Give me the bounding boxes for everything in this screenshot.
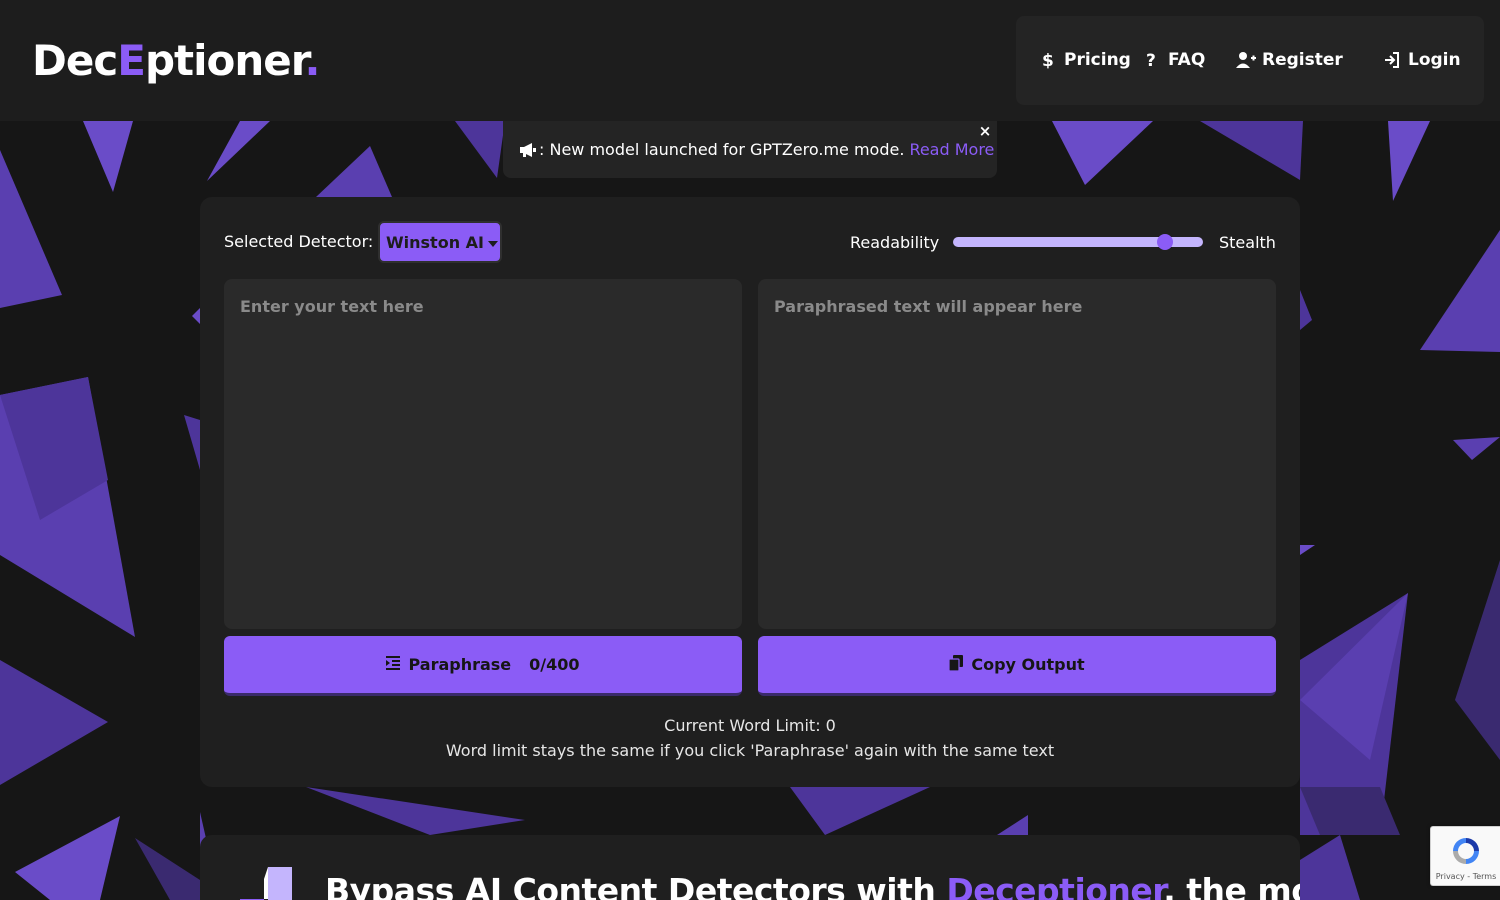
nav-register-label: Register xyxy=(1262,50,1343,70)
input-textarea[interactable]: Enter your text here xyxy=(224,279,742,629)
header: DecEptioner. $ Pricing ? FAQ Register Lo… xyxy=(0,0,1500,121)
output-textarea[interactable]: Paraphrased text will appear here xyxy=(758,279,1276,629)
close-icon[interactable]: × xyxy=(977,122,993,140)
readability-stealth-slider[interactable] xyxy=(953,234,1203,250)
announcement-text: : New model launched for GPTZero.me mode… xyxy=(539,140,905,159)
output-placeholder: Paraphrased text will appear here xyxy=(774,297,1083,316)
logo-text-accent: E xyxy=(117,36,146,85)
hero-heading-accent: Deceptioner xyxy=(946,871,1164,900)
nav-login[interactable]: Login xyxy=(1382,45,1461,75)
copy-output-button[interactable]: Copy Output xyxy=(758,636,1276,696)
hero-heading: Bypass AI Content Detectors with Decepti… xyxy=(325,871,1300,900)
word-limit-note: Word limit stays the same if you click '… xyxy=(445,741,1055,760)
recaptcha-terms[interactable]: Privacy - Terms xyxy=(1431,872,1500,881)
caret-down-icon xyxy=(487,233,498,252)
question-icon: ? xyxy=(1142,50,1162,70)
svg-text:?: ? xyxy=(1146,51,1156,70)
login-icon xyxy=(1382,50,1402,70)
slider-thumb[interactable] xyxy=(1156,234,1173,250)
megaphone-icon xyxy=(519,140,539,160)
dollar-icon: $ xyxy=(1038,50,1058,70)
recaptcha-badge[interactable]: Privacy - Terms xyxy=(1430,826,1500,886)
readability-label: Readability xyxy=(850,233,940,252)
logo-text-start: Dec xyxy=(32,36,118,85)
paraphrase-label: Paraphrase xyxy=(408,655,512,674)
read-more-link[interactable]: Read More xyxy=(909,140,994,159)
recaptcha-icon xyxy=(1450,835,1482,867)
nav-faq-label: FAQ xyxy=(1168,50,1206,70)
logo[interactable]: DecEptioner. xyxy=(32,36,320,85)
indent-icon xyxy=(386,655,401,674)
input-placeholder: Enter your text here xyxy=(240,297,424,316)
nav-pricing[interactable]: $ Pricing xyxy=(1038,45,1131,75)
word-count: 0/400 xyxy=(529,655,580,674)
copy-output-label: Copy Output xyxy=(971,655,1085,674)
document-icon xyxy=(240,865,300,900)
logo-dot: . xyxy=(304,36,320,85)
nav-bar: $ Pricing ? FAQ Register Login xyxy=(1016,16,1484,105)
paraphraser-panel: Selected Detector: Winston AI Readabilit… xyxy=(200,197,1300,787)
detector-select[interactable]: Winston AI xyxy=(378,221,502,263)
user-plus-icon xyxy=(1236,50,1256,70)
hero-heading-end: , the most xyxy=(1163,871,1300,900)
hero-section: Bypass AI Content Detectors with Decepti… xyxy=(200,835,1300,900)
hero-heading-start: Bypass AI Content Detectors with xyxy=(325,871,947,900)
nav-login-label: Login xyxy=(1408,50,1461,70)
current-word-limit: Current Word Limit: 0 xyxy=(664,716,836,735)
detector-select-value: Winston AI xyxy=(386,232,484,252)
nav-faq[interactable]: ? FAQ xyxy=(1142,45,1205,75)
copy-icon xyxy=(948,654,964,675)
svg-text:$: $ xyxy=(1042,51,1054,70)
stealth-label: Stealth xyxy=(1219,233,1276,252)
nav-pricing-label: Pricing xyxy=(1064,50,1131,70)
nav-register[interactable]: Register xyxy=(1236,45,1343,75)
detector-label: Selected Detector: xyxy=(224,232,374,251)
paraphrase-button[interactable]: Paraphrase 0/400 xyxy=(224,636,742,696)
announcement-bar: : New model launched for GPTZero.me mode… xyxy=(503,121,997,178)
logo-text-end: ptioner xyxy=(144,36,306,85)
